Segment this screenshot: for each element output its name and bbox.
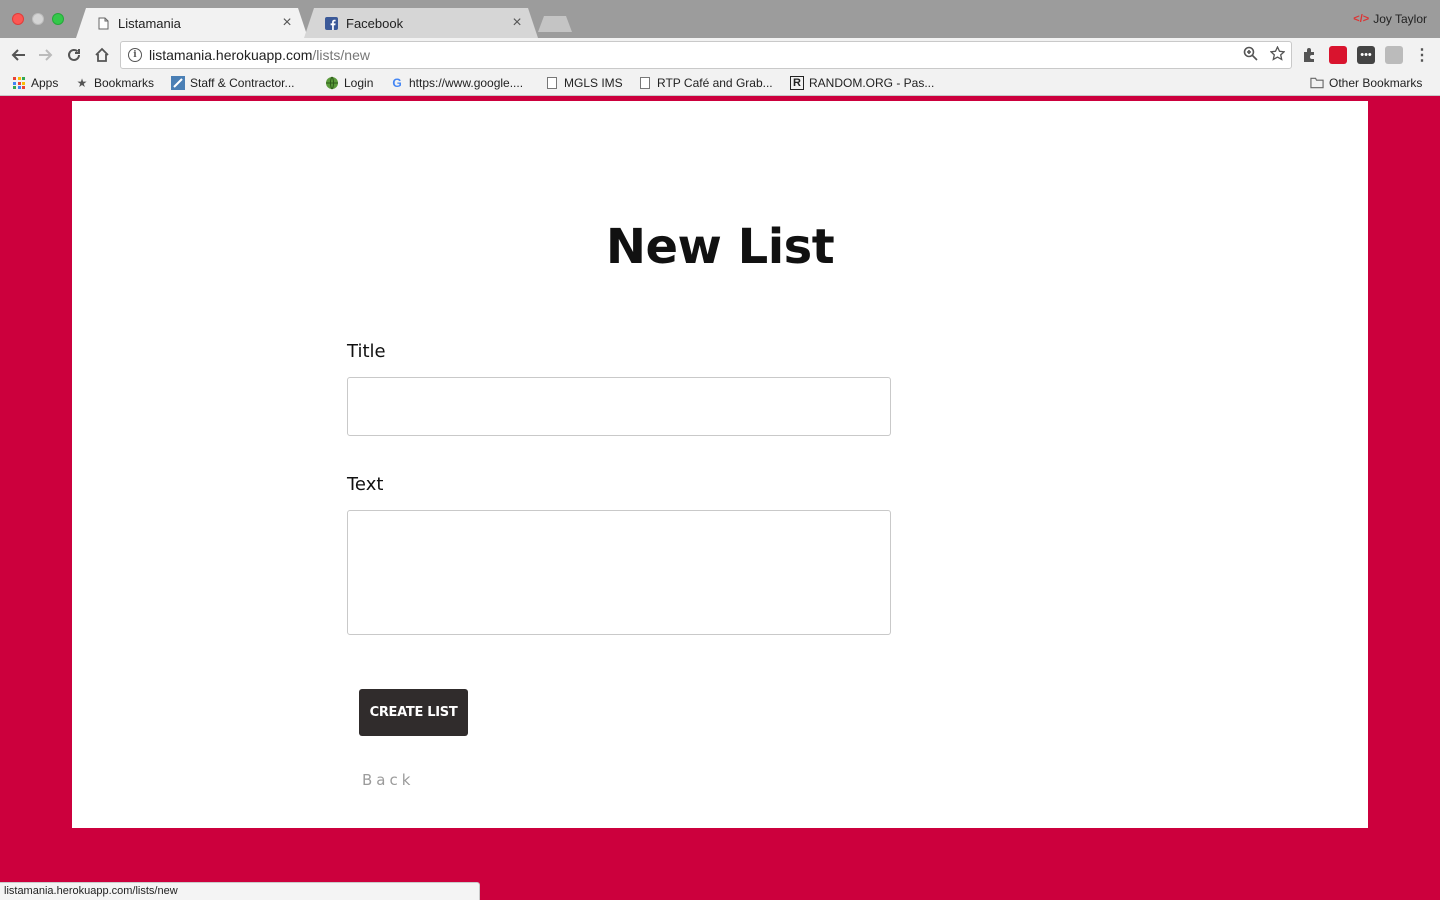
bookmark-random-org[interactable]: R RANDOM.ORG - Pas... <box>790 76 934 90</box>
bookmark-rtp-cafe[interactable]: RTP Café and Grab... <box>638 76 773 90</box>
star-icon[interactable] <box>1269 45 1286 65</box>
staff-portal-icon <box>171 76 185 90</box>
window-zoom-button[interactable] <box>52 13 64 25</box>
document-icon <box>638 76 652 90</box>
url-text[interactable]: listamania.herokuapp.com/lists/new <box>149 47 370 63</box>
document-icon <box>96 16 110 30</box>
bookmark-mgls-ims[interactable]: MGLS IMS <box>545 76 623 90</box>
bookmarks-bar: Apps ★ Bookmarks Staff & Contractor... L… <box>0 72 1440 96</box>
page-title: New List <box>605 219 835 275</box>
apps-grid-icon <box>12 76 26 90</box>
create-list-button[interactable]: CREATE LIST <box>359 689 468 736</box>
home-icon[interactable] <box>91 44 113 66</box>
address-bar[interactable]: i listamania.herokuapp.com/lists/new <box>120 41 1292 69</box>
globe-icon <box>325 76 339 90</box>
info-icon[interactable]: i <box>128 48 142 62</box>
random-org-icon: R <box>790 76 804 90</box>
text-textarea[interactable] <box>347 510 891 635</box>
window-minimize-button[interactable] <box>32 13 44 25</box>
bookmark-other[interactable]: Other Bookmarks <box>1310 76 1422 90</box>
tab-facebook[interactable]: Facebook × <box>304 8 538 38</box>
title-label: Title <box>347 341 386 362</box>
profile-icon: </> <box>1353 13 1370 25</box>
text-label: Text <box>347 474 384 495</box>
forward-arrow-icon[interactable] <box>35 44 57 66</box>
close-icon[interactable]: × <box>510 15 524 31</box>
grey-extension-icon[interactable] <box>1385 46 1403 64</box>
bookmark-staff-contractor[interactable]: Staff & Contractor... <box>171 76 295 90</box>
profile-menu[interactable]: </> Joy Taylor <box>1353 12 1427 26</box>
window-close-button[interactable] <box>12 13 24 25</box>
browser-toolbar: i listamania.herokuapp.com/lists/new •••… <box>0 38 1440 72</box>
tab-listamania[interactable]: Listamania × <box>76 8 308 38</box>
tab-title: Facebook <box>346 15 404 31</box>
status-bar: listamania.herokuapp.com/lists/new <box>0 882 480 900</box>
bookmark-google[interactable]: G https://www.google.... <box>390 76 523 90</box>
reload-icon[interactable] <box>63 44 85 66</box>
folder-icon <box>1310 76 1324 90</box>
todoist-extension-icon[interactable] <box>1329 46 1347 64</box>
puzzle-extension-icon[interactable] <box>1300 46 1318 64</box>
back-arrow-icon[interactable] <box>7 44 29 66</box>
title-input[interactable] <box>347 377 891 436</box>
document-icon <box>545 76 559 90</box>
menu-dots-icon[interactable]: ⋮ <box>1411 44 1433 66</box>
bookmark-apps[interactable]: Apps <box>12 76 58 90</box>
bookmark-bookmarks[interactable]: ★ Bookmarks <box>75 76 154 90</box>
profile-name: Joy Taylor <box>1373 12 1427 26</box>
tab-strip: Listamania × Facebook × </> Joy Taylor <box>0 0 1440 38</box>
tab-title: Listamania <box>118 15 181 31</box>
close-icon[interactable]: × <box>280 15 294 31</box>
new-tab-button[interactable] <box>538 16 572 32</box>
page-card: New List Title Text CREATE LIST Back <box>72 101 1368 828</box>
bookmark-login[interactable]: Login <box>325 76 373 90</box>
zoom-icon[interactable] <box>1243 46 1258 65</box>
google-icon: G <box>392 76 402 90</box>
facebook-icon <box>324 16 338 30</box>
back-link[interactable]: Back <box>362 771 414 789</box>
password-extension-icon[interactable]: ••• <box>1357 46 1375 64</box>
star-icon: ★ <box>76 76 88 90</box>
